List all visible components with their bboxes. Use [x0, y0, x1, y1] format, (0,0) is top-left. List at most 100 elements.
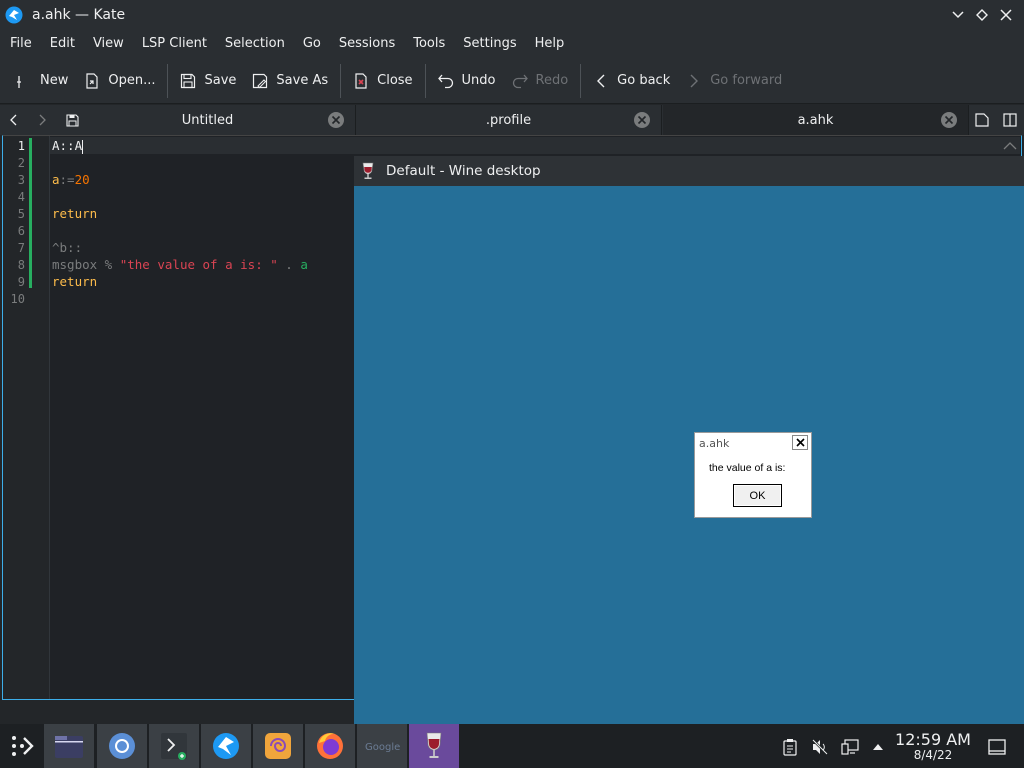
- go-forward-button-label: Go forward: [710, 73, 783, 88]
- split-view-icon: [1003, 113, 1017, 127]
- menu-help[interactable]: Help: [526, 30, 574, 58]
- taskbar: Google 12:59 AM 8/4/22: [0, 724, 1024, 768]
- taskbar-terminal[interactable]: [149, 724, 199, 768]
- maximize-button[interactable]: [972, 5, 992, 25]
- save-as-button-label: Save As: [276, 73, 329, 88]
- save-as-icon: [253, 73, 268, 88]
- show-desktop-button[interactable]: [986, 736, 1008, 758]
- close-button[interactable]: Close: [345, 64, 420, 98]
- tray-volume[interactable]: [809, 736, 831, 758]
- taskbar-kate[interactable]: [201, 724, 251, 768]
- tab-scroll-left-button[interactable]: [0, 105, 28, 135]
- tray-network[interactable]: [839, 736, 861, 758]
- taskbar-google[interactable]: Google: [357, 724, 407, 768]
- message-box-dialog: a.ahk the value of a is: OK: [694, 432, 812, 518]
- taskbar-chromium[interactable]: [97, 724, 147, 768]
- code-token: msgbox: [52, 257, 98, 272]
- scroll-up-icon[interactable]: [1001, 138, 1019, 154]
- kate-app-icon: [5, 6, 23, 24]
- go-forward-button[interactable]: Go forward: [678, 64, 790, 98]
- menu-selection[interactable]: Selection: [216, 30, 294, 58]
- menu-tools[interactable]: Tools: [404, 30, 454, 58]
- line-number: 8: [17, 258, 25, 272]
- menu-go[interactable]: Go: [294, 30, 330, 58]
- code-token: 20: [74, 172, 90, 187]
- code-token: %: [97, 257, 120, 272]
- tray-expand-button[interactable]: [867, 736, 889, 758]
- toolbar-separator: [424, 63, 426, 98]
- split-vertical-button[interactable]: [996, 105, 1024, 135]
- tab-a-ahk[interactable]: a.ahk: [663, 105, 969, 135]
- window-title: a.ahk — Kate: [32, 7, 126, 23]
- save-button-label: Save: [204, 73, 237, 88]
- tab-untitled[interactable]: Untitled: [56, 105, 356, 135]
- line-number-gutter: 1 2 3 4 5 6 7 8 9 10: [3, 136, 50, 699]
- menu-file[interactable]: File: [1, 30, 41, 58]
- split-view-button[interactable]: [968, 105, 996, 135]
- close-icon: [795, 438, 805, 447]
- application-launcher-button[interactable]: [0, 724, 44, 768]
- firefox-icon: [317, 733, 343, 759]
- wine-window-title: Default - Wine desktop: [386, 163, 541, 179]
- tab-label: Untitled: [181, 112, 234, 128]
- save-as-button[interactable]: Save As: [244, 64, 336, 98]
- new-document-icon: [17, 75, 21, 88]
- line-number: 6: [17, 224, 25, 238]
- line-number: 3: [17, 173, 25, 187]
- dialog-close-button[interactable]: [792, 435, 808, 450]
- menu-view[interactable]: View: [84, 30, 133, 58]
- menu-sessions[interactable]: Sessions: [330, 30, 404, 58]
- tab-scroll-right-button[interactable]: [28, 105, 56, 135]
- save-button[interactable]: Save: [172, 64, 244, 98]
- minimize-button[interactable]: [948, 5, 968, 25]
- taskbar-wine[interactable]: [409, 724, 459, 768]
- close-icon[interactable]: [940, 111, 958, 129]
- open-button[interactable]: Open...: [76, 64, 163, 98]
- go-back-button[interactable]: Go back: [585, 64, 678, 98]
- menu-lsp-client[interactable]: LSP Client: [133, 30, 216, 58]
- document-tab-bar: Untitled .profile a.ahk: [0, 105, 1024, 135]
- clipboard-icon: [783, 739, 797, 756]
- chevron-right-icon: [39, 114, 46, 126]
- taskbar-lutris[interactable]: [253, 724, 303, 768]
- network-wired-icon: [841, 739, 859, 755]
- wine-desktop-window[interactable]: Default - Wine desktop a.ahk the value o…: [354, 156, 1024, 724]
- wine-title-bar[interactable]: Default - Wine desktop: [354, 156, 1024, 186]
- close-icon[interactable]: [327, 111, 345, 129]
- line-number: 5: [17, 207, 25, 221]
- code-token: "the value of a is: ": [119, 257, 278, 272]
- code-token: ^b::: [52, 240, 83, 255]
- menu-edit[interactable]: Edit: [41, 30, 84, 58]
- title-bar: a.ahk — Kate: [0, 0, 1024, 30]
- toolbar-separator: [340, 63, 342, 98]
- wine-glass-icon: [426, 732, 442, 758]
- wine-glass-icon: [362, 162, 374, 179]
- taskbar-file-manager[interactable]: [44, 724, 94, 768]
- close-window-button[interactable]: [996, 5, 1016, 25]
- ok-button[interactable]: OK: [733, 484, 782, 507]
- close-icon[interactable]: [633, 111, 651, 129]
- code-line-5: return: [52, 206, 97, 221]
- lutris-icon: [265, 733, 291, 759]
- svg-text:Google: Google: [365, 742, 400, 753]
- chevron-up-icon: [873, 744, 883, 750]
- clock[interactable]: 12:59 AM 8/4/22: [888, 730, 978, 762]
- code-token: return: [52, 274, 98, 289]
- chevron-right-icon: [690, 74, 699, 87]
- code-line-9: return: [52, 274, 97, 289]
- redo-button[interactable]: Redo: [504, 64, 577, 98]
- new-button[interactable]: New: [8, 64, 76, 98]
- tray-clipboard[interactable]: [779, 736, 801, 758]
- chevron-left-icon: [10, 114, 17, 126]
- tab-profile[interactable]: .profile: [356, 105, 662, 135]
- text-cursor: [82, 139, 84, 154]
- chevron-down-icon: [952, 11, 964, 19]
- new-tab-icon: [975, 113, 989, 127]
- menu-settings[interactable]: Settings: [454, 30, 525, 58]
- folder-icon: [55, 736, 83, 758]
- go-back-button-label: Go back: [617, 73, 671, 88]
- undo-button[interactable]: Undo: [430, 64, 504, 98]
- show-desktop-icon: [988, 739, 1006, 755]
- taskbar-firefox[interactable]: [305, 724, 355, 768]
- code-token: a: [300, 257, 308, 272]
